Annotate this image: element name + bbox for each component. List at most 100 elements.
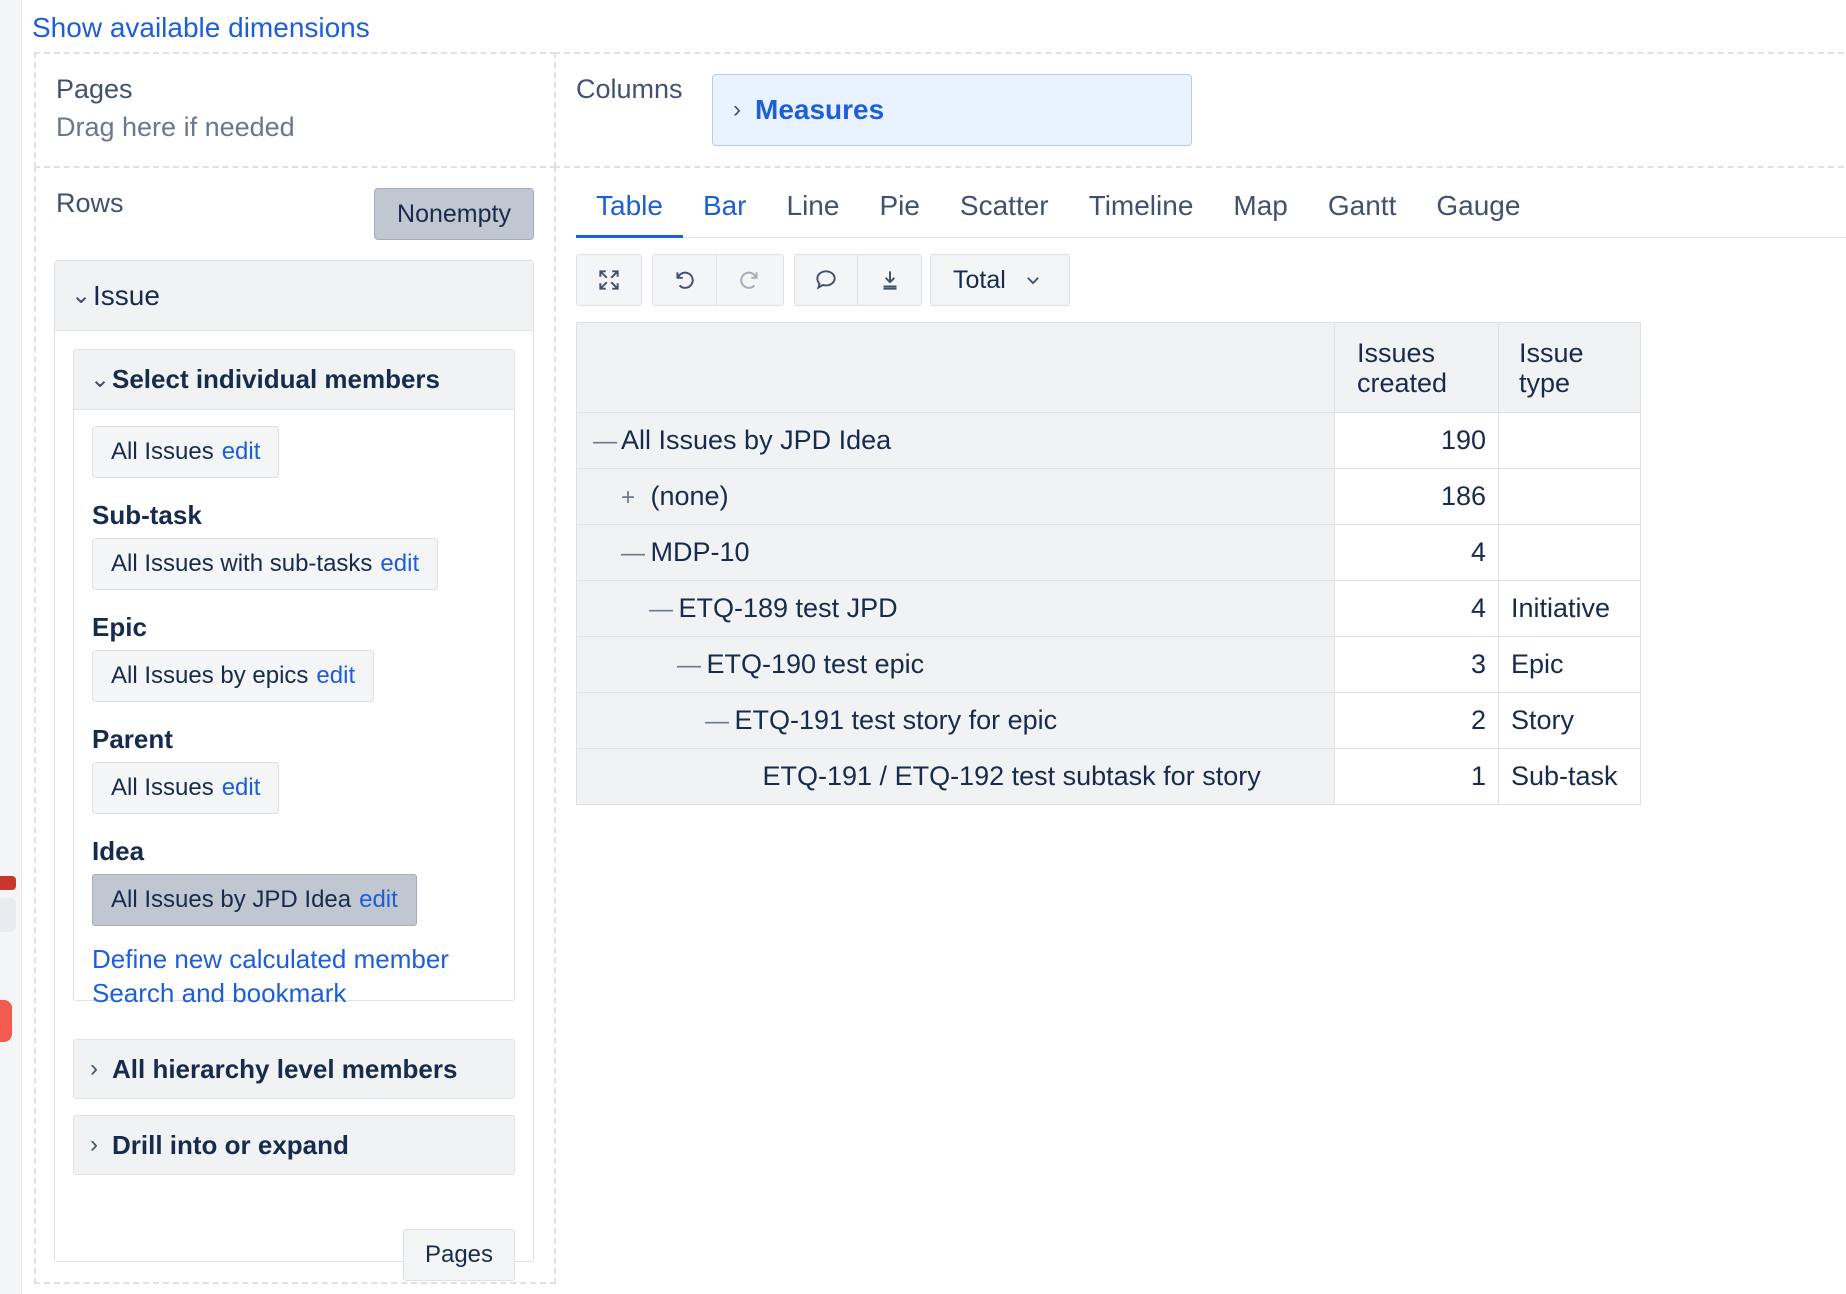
tab-bar[interactable]: Bar [683, 186, 767, 238]
edge-button[interactable] [0, 898, 16, 932]
issue-type-cell: Epic [1498, 636, 1641, 693]
member-edit-link[interactable]: edit [359, 886, 398, 914]
download-button[interactable] [858, 255, 921, 305]
issue-type-cell: Story [1498, 692, 1641, 749]
left-edge-strip [0, 0, 22, 1294]
member-edit-link[interactable]: edit [222, 774, 261, 802]
show-dimensions-link[interactable]: Show available dimensions [32, 12, 370, 44]
pages-dropzone[interactable] [34, 52, 556, 168]
measures-chip[interactable]: › Measures [712, 74, 1192, 146]
issues-created-cell: 190 [1334, 412, 1499, 469]
measures-label: Measures [755, 94, 885, 125]
issue-type-cell: Initiative [1498, 580, 1641, 637]
collapse-toggle-icon[interactable]: — [593, 428, 617, 456]
collapse-toggle-icon[interactable]: — [621, 540, 645, 568]
tab-scatter[interactable]: Scatter [940, 186, 1069, 238]
member-edit-link[interactable]: edit [316, 662, 355, 690]
member-edit-link[interactable]: edit [380, 550, 419, 578]
member-label: All Issues by epics [111, 662, 309, 689]
download-icon [883, 271, 896, 290]
table-row: — All Issues by JPD Idea 190 [576, 412, 1641, 469]
nonempty-button[interactable]: Nonempty [374, 188, 534, 240]
issue-type-cell [1498, 468, 1641, 525]
table-row: — ETQ-190 test epic 3 Epic [576, 636, 1641, 693]
collapse-toggle-icon[interactable]: — [677, 652, 701, 680]
level-label-parent: Parent [92, 724, 173, 754]
level-label-idea: Idea [92, 836, 145, 866]
chevron-down-icon: ⌄ [71, 282, 92, 309]
collapse-toggle-icon[interactable]: — [705, 708, 729, 736]
edge-red-button[interactable] [0, 1000, 12, 1042]
chevron-down-icon: ⌄ [90, 366, 111, 393]
collapse-toggle-icon[interactable]: — [649, 596, 673, 624]
header-line: type [1519, 367, 1571, 398]
select-members-label: Select individual members [112, 364, 441, 394]
tab-map[interactable]: Map [1213, 186, 1307, 238]
edge-badge [0, 876, 16, 890]
issues-created-cell: 186 [1334, 468, 1499, 525]
redo-icon [740, 271, 758, 289]
column-header-issues-created[interactable]: Issues created [1334, 322, 1499, 413]
issue-dimension-header[interactable]: ⌄ Issue [55, 261, 533, 331]
total-dropdown[interactable]: Total [930, 254, 1070, 306]
row-header-cell[interactable]: ETQ-191 / ETQ-192 test subtask for story [576, 748, 1335, 805]
member-label: All Issues by JPD Idea [111, 886, 352, 913]
select-members-header[interactable]: ⌄ Select individual members [74, 350, 514, 410]
tab-gantt[interactable]: Gantt [1308, 186, 1416, 238]
member-label: All Issues with sub-tasks [111, 550, 373, 577]
tab-line[interactable]: Line [767, 186, 860, 238]
pages-button[interactable]: Pages [403, 1229, 515, 1281]
search-bookmark-link[interactable]: Search and bookmark [92, 978, 346, 1009]
define-calculated-member-link[interactable]: Define new calculated member [92, 944, 449, 975]
issue-type-cell [1498, 412, 1641, 469]
pivot-table: Issues created Issue type — All Issues b… [576, 322, 1641, 805]
header-line: Issues [1357, 337, 1436, 368]
drill-into-expand-header[interactable]: › Drill into or expand [73, 1115, 515, 1175]
member-edit-link[interactable]: edit [222, 438, 261, 466]
toolbar-group-fullscreen [576, 254, 642, 306]
issues-created-cell: 3 [1334, 636, 1499, 693]
comment-icon [816, 270, 836, 290]
row-header-cell[interactable]: — MDP-10 [576, 524, 1335, 581]
row-header-cell[interactable]: — ETQ-189 test JPD [576, 580, 1335, 637]
member-chip-idea[interactable]: All Issues by JPD Idea edit [92, 874, 417, 926]
redo-button[interactable] [717, 255, 781, 305]
row-label: ETQ-189 test JPD [678, 593, 898, 623]
tab-table[interactable]: Table [576, 186, 683, 238]
level-label-subtask: Sub-task [92, 500, 202, 530]
table-row: — MDP-10 4 [576, 524, 1641, 581]
tab-gauge[interactable]: Gauge [1416, 186, 1540, 238]
member-label: All Issues [111, 438, 214, 465]
member-chip-parent[interactable]: All Issues edit [92, 762, 280, 814]
row-header-cell[interactable]: — All Issues by JPD Idea [576, 412, 1335, 469]
member-chip-epic[interactable]: All Issues by epics edit [92, 650, 375, 702]
row-label: ETQ-190 test epic [706, 649, 925, 679]
undo-button[interactable] [653, 255, 717, 305]
chevron-right-icon: › [733, 96, 741, 123]
row-header-cell[interactable]: — ETQ-191 test story for epic [576, 692, 1335, 749]
tab-pie[interactable]: Pie [859, 186, 939, 238]
member-chip-all-issues[interactable]: All Issues edit [92, 426, 280, 478]
issue-type-cell [1498, 524, 1641, 581]
member-chip-subtask[interactable]: All Issues with sub-tasks edit [92, 538, 439, 590]
issue-dimension-panel: ⌄ Issue ⌄ Select individual members All … [54, 260, 534, 1281]
column-header-issue-type[interactable]: Issue type [1498, 322, 1641, 413]
columns-title: Columns [576, 74, 683, 104]
tab-timeline[interactable]: Timeline [1069, 186, 1214, 238]
comment-button[interactable] [795, 255, 859, 305]
chevron-right-icon: › [90, 1131, 98, 1158]
row-header-cell[interactable]: + (none) [576, 468, 1335, 525]
fullscreen-icon [599, 270, 619, 290]
hierarchy-level-members-header[interactable]: › All hierarchy level members [73, 1039, 515, 1099]
member-label: All Issues [111, 774, 214, 801]
row-header-cell[interactable]: — ETQ-190 test epic [576, 636, 1335, 693]
table-header-row: Issues created Issue type [576, 322, 1641, 413]
table-row: ETQ-191 / ETQ-192 test subtask for story… [576, 748, 1641, 805]
chevron-right-icon: › [90, 1055, 98, 1082]
expand-toggle-icon[interactable]: + [621, 484, 643, 512]
drill-into-expand-label: Drill into or expand [112, 1129, 349, 1160]
hierarchy-level-members-label: All hierarchy level members [112, 1053, 458, 1084]
fullscreen-button[interactable] [577, 255, 641, 305]
view-tabs: Table Bar Line Pie Scatter Timeline Map … [576, 186, 1846, 238]
table-row: — ETQ-191 test story for epic 2 Story [576, 692, 1641, 749]
